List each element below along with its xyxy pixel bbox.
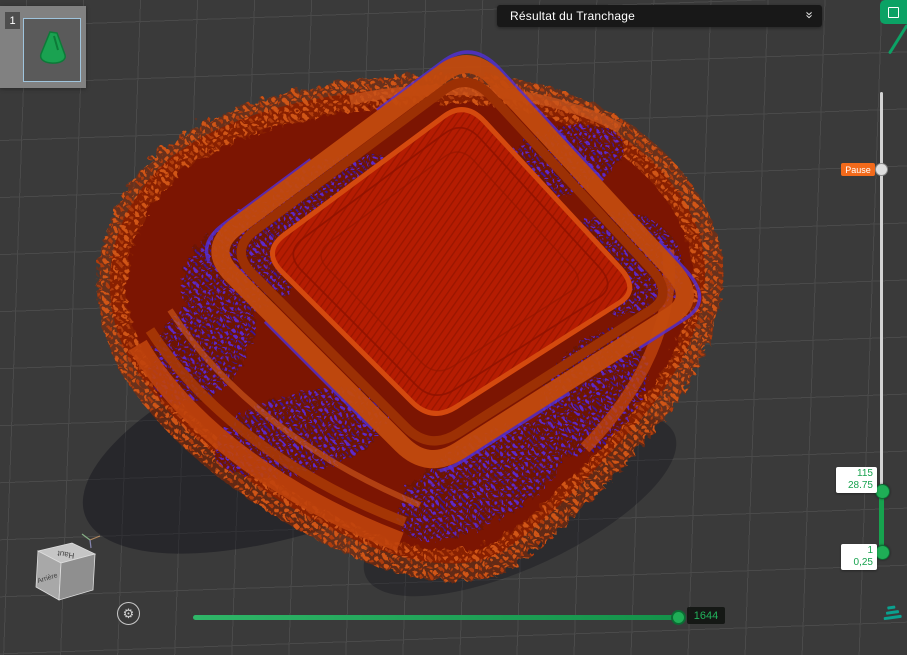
view-cube[interactable]: Haut Arrière (18, 530, 110, 614)
layer-upper-label: 115 28.75 (836, 467, 877, 493)
layer-upper-height: 28.75 (847, 480, 873, 491)
marketplace-button-fragment[interactable] (880, 0, 907, 24)
extruder-panel[interactable]: 1 (0, 6, 86, 88)
playback-slider-handle[interactable] (671, 610, 686, 625)
layer-lower-label: 1 0,25 (841, 544, 877, 570)
pause-marker[interactable] (875, 163, 888, 176)
marketplace-icon (888, 6, 899, 18)
layers-icon[interactable] (882, 605, 902, 621)
gear-icon: ⚙ (122, 605, 135, 621)
layer-lower-number: 1 (867, 545, 873, 556)
camera-settings-button[interactable]: ⚙ (117, 602, 140, 625)
layer-slider-lower-handle[interactable] (875, 545, 890, 560)
sliced-model-viewport[interactable] (0, 0, 907, 625)
extruder-number-badge: 1 (5, 12, 20, 29)
layer-upper-number: 115 (857, 468, 873, 479)
axis-gnomon (81, 533, 101, 549)
layers-icon-bar (885, 610, 899, 615)
playback-value-badge: 1644 (687, 607, 725, 624)
view-mode-label: Résultat du Tranchage (510, 9, 635, 23)
layers-icon-bar (887, 605, 896, 610)
layer-lower-height: 0,25 (853, 557, 873, 568)
pause-badge[interactable]: Pause (841, 163, 875, 176)
view-mode-dropdown[interactable]: Résultat du Tranchage » (497, 5, 822, 27)
object-thumbnail[interactable] (23, 18, 81, 82)
chevron-down-icon: » (802, 11, 818, 19)
layer-slider-range[interactable] (879, 490, 884, 552)
layer-slider-upper-handle[interactable] (875, 484, 890, 499)
playback-slider-track[interactable] (193, 615, 683, 620)
model-preview-icon (40, 31, 66, 64)
